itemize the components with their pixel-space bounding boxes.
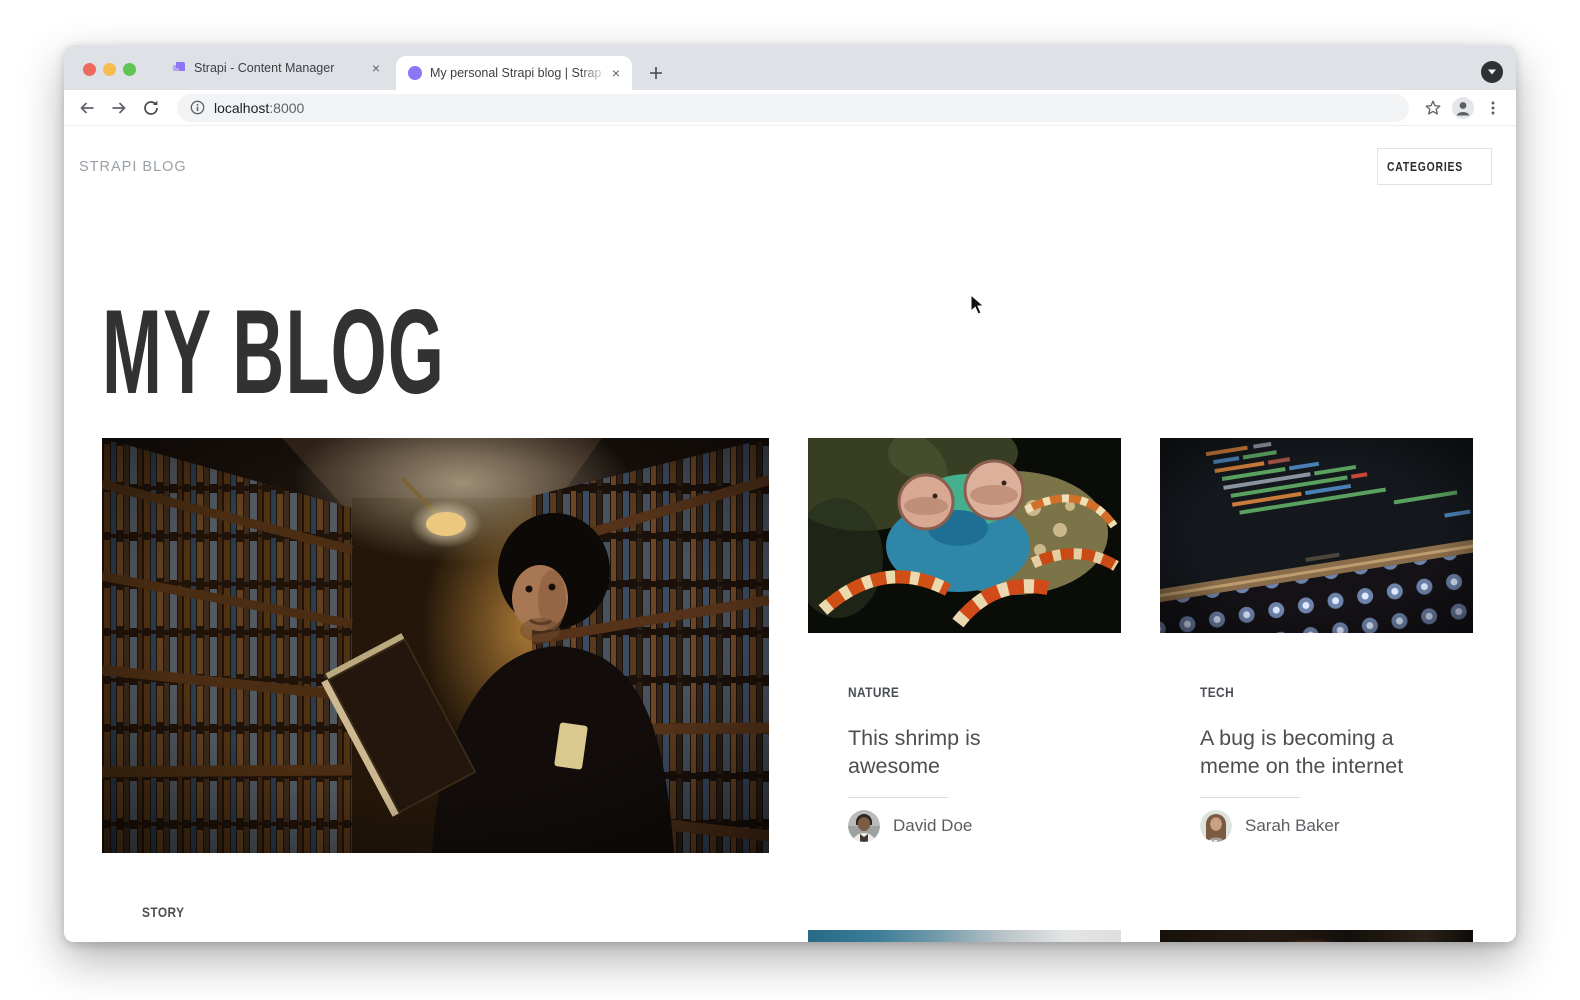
desktop: Strapi - Content Manager × My personal S… [0,0,1580,1000]
article-card-nature[interactable]: NATURE This shrimp is awesome [808,438,1121,842]
article-title[interactable]: This shrimp is awesome [848,724,1063,780]
mouse-cursor [970,294,986,316]
forward-button[interactable] [105,94,132,121]
tab-title: Strapi - Content Manager [194,61,368,75]
forward-arrow-icon [110,99,128,117]
article-title[interactable]: A bug is becoming a meme on the internet [1200,724,1415,780]
downloads-button[interactable] [1481,61,1503,83]
article-category: NATURE [848,684,1121,702]
article-image-food-partial[interactable] [1160,930,1473,942]
reload-icon [142,99,160,117]
profile-button[interactable] [1449,94,1477,122]
bookmark-button[interactable] [1419,94,1447,122]
url-text: localhost:8000 [214,100,304,116]
minimize-window-button[interactable] [103,63,116,76]
tab-close-icon[interactable]: × [368,60,384,76]
strapi-logo-icon [172,61,186,75]
article-image-library[interactable] [102,438,769,853]
zoom-window-button[interactable] [123,63,136,76]
page-title: MY BLOG [102,292,674,412]
reload-button[interactable] [137,94,164,121]
divider [1200,797,1300,798]
article-card-tech[interactable]: TECH A bug is becoming a meme on the int… [1160,438,1473,842]
traffic-lights [83,63,136,76]
blog-page: STRAPI BLOG CATEGORIES MY BLOG [64,126,1516,942]
address-bar[interactable]: localhost:8000 [177,94,1409,122]
laptop-code-illustration [1160,438,1473,633]
browser-toolbar: localhost:8000 [64,90,1516,126]
new-tab-button[interactable] [642,59,670,87]
tab-close-icon[interactable]: × [608,65,624,81]
article-category: TECH [1200,684,1473,702]
chevron-down-icon [1487,68,1497,76]
page-info-icon [190,100,205,115]
star-icon [1424,99,1442,117]
blog-favicon-icon [408,66,422,80]
url-host: localhost [214,100,269,116]
url-port: :8000 [269,100,304,116]
article-image-sea-partial[interactable] [808,930,1121,942]
divider [848,797,948,798]
browser-menu-button[interactable] [1479,94,1507,122]
article-author: Sarah Baker [1200,810,1473,842]
categories-button[interactable]: CATEGORIES [1377,148,1492,185]
close-window-button[interactable] [83,63,96,76]
author-name: David Doe [893,816,972,836]
categories-button-label: CATEGORIES [1387,159,1463,174]
article-image-shrimp[interactable] [808,438,1121,633]
tab-strapi-content-manager[interactable]: Strapi - Content Manager × [160,45,392,90]
author-name: Sarah Baker [1245,816,1340,836]
tab-strip: Strapi - Content Manager × My personal S… [64,45,1516,90]
browser-window: Strapi - Content Manager × My personal S… [64,45,1516,942]
article-card-story[interactable]: STORY [102,438,769,922]
mantis-shrimp-illustration [808,438,1121,633]
article-author: David Doe [848,810,1121,842]
article-category: STORY [142,904,769,922]
author-avatar [1200,810,1232,842]
tab-my-personal-strapi-blog[interactable]: My personal Strapi blog | Strap × [396,56,632,90]
tab-title: My personal Strapi blog | Strap [430,66,608,80]
back-arrow-icon [78,99,96,117]
user-avatar-icon [1451,96,1475,120]
library-photo-illustration [102,438,769,853]
kebab-menu-icon [1485,100,1501,116]
article-image-laptop[interactable] [1160,438,1473,633]
plus-icon [649,66,663,80]
site-brand[interactable]: STRAPI BLOG [79,159,187,175]
author-avatar [848,810,880,842]
back-button[interactable] [73,94,100,121]
